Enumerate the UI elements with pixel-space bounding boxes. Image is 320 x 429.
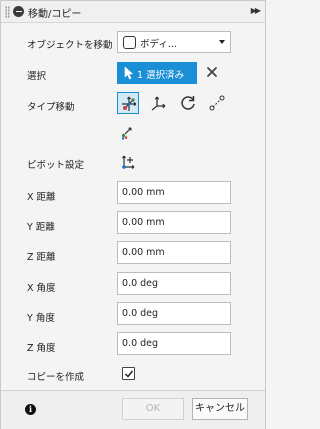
move-copy-panel: 移動/コピー ▶▶ オブジェクトを移動 ボディ... 選択 1 選択済み タイプ… xyxy=(0,0,266,429)
object-move-label: オブジェクトを移動 xyxy=(27,40,113,51)
body-icon xyxy=(123,36,136,49)
pivot-button[interactable] xyxy=(117,151,139,173)
y-angle-input[interactable]: 0.0 deg xyxy=(117,302,231,325)
point-to-position-button[interactable] xyxy=(117,121,139,143)
chevron-down-icon xyxy=(219,40,225,44)
create-copy-label: コピーを作成 xyxy=(27,372,85,383)
ok-button[interactable]: OK xyxy=(122,398,184,420)
free-move-icon xyxy=(122,96,137,111)
panel-footer: i OK キャンセル xyxy=(1,390,265,429)
pivot-label: ピボット設定 xyxy=(27,160,85,171)
rotate-icon xyxy=(181,96,195,110)
z-angle-input[interactable]: 0.0 deg xyxy=(117,332,231,355)
x-distance-label: X 距離 xyxy=(27,192,56,203)
selection-count: 1 選択済み xyxy=(137,70,185,81)
y-distance-input[interactable]: 0.00 mm xyxy=(117,211,231,234)
drag-grip-icon[interactable] xyxy=(5,6,10,18)
double-chevron-right-icon[interactable]: ▶▶ xyxy=(251,6,261,15)
point-to-position-icon xyxy=(121,127,132,140)
cancel-button[interactable]: キャンセル xyxy=(192,398,248,420)
y-distance-label: Y 距離 xyxy=(27,222,55,233)
x-distance-input[interactable]: 0.00 mm xyxy=(117,181,231,204)
panel-titlebar[interactable]: 移動/コピー ▶▶ xyxy=(1,1,265,23)
info-icon[interactable]: i xyxy=(25,404,36,415)
x-angle-input[interactable]: 0.0 deg xyxy=(117,272,231,295)
move-type-label: タイプ移動 xyxy=(27,102,75,113)
selection-button[interactable]: 1 選択済み xyxy=(117,62,197,84)
free-move-button[interactable] xyxy=(117,92,139,114)
point-to-point-icon xyxy=(209,95,225,111)
translate-button[interactable] xyxy=(147,92,169,114)
translate-icon xyxy=(151,96,166,111)
y-angle-label: Y 角度 xyxy=(27,313,55,324)
z-distance-input[interactable]: 0.00 mm xyxy=(117,241,231,264)
object-type-value: ボディ... xyxy=(140,39,177,50)
rotate-button[interactable] xyxy=(177,92,199,114)
z-angle-label: Z 角度 xyxy=(27,343,56,354)
object-type-dropdown[interactable]: ボディ... xyxy=(117,31,231,53)
close-icon[interactable] xyxy=(206,65,218,79)
x-angle-label: X 角度 xyxy=(27,283,56,294)
point-to-point-button[interactable] xyxy=(206,92,228,114)
cursor-arrow-icon xyxy=(124,66,133,80)
create-copy-checkbox[interactable] xyxy=(122,367,135,380)
minus-circle-icon[interactable] xyxy=(13,6,24,17)
panel-title: 移動/コピー xyxy=(28,9,82,20)
checkmark-icon xyxy=(124,370,134,378)
selection-label: 選択 xyxy=(27,71,47,82)
pivot-axes-icon xyxy=(122,155,135,169)
z-distance-label: Z 距離 xyxy=(27,252,56,263)
